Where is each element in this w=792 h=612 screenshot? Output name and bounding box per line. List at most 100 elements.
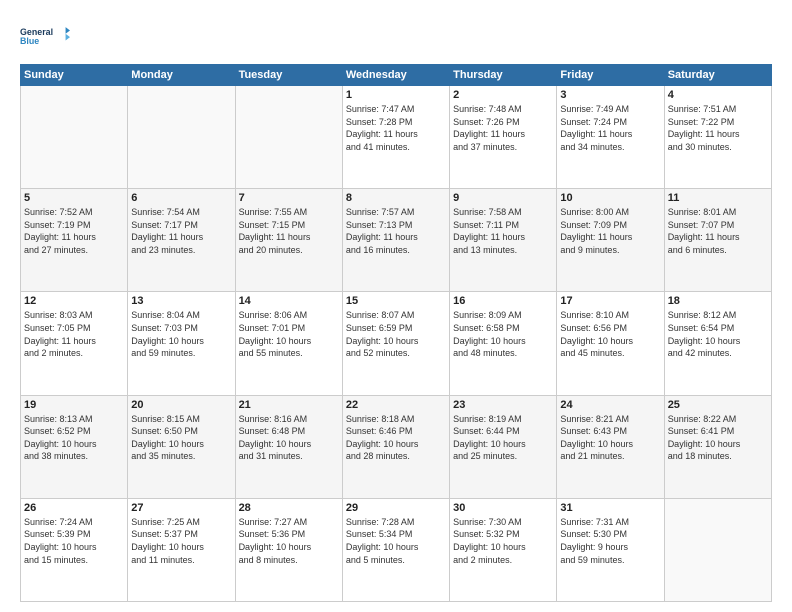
- day-info: Sunrise: 7:47 AM Sunset: 7:28 PM Dayligh…: [346, 103, 446, 153]
- page: General Blue SundayMondayTuesdayWednesda…: [0, 0, 792, 612]
- day-number: 17: [560, 295, 660, 307]
- calendar-cell: [235, 86, 342, 189]
- calendar-cell: 29 Sunrise: 7:28 AM Sunset: 5:34 PM Dayli…: [342, 498, 449, 601]
- calendar-cell: 3 Sunrise: 7:49 AM Sunset: 7:24 PM Daylig…: [557, 86, 664, 189]
- calendar-cell: [21, 86, 128, 189]
- calendar-cell: 31Sunrise: 7:31 AM Sunset: 5:30 PM Dayli…: [557, 498, 664, 601]
- calendar-cell: 1 Sunrise: 7:47 AM Sunset: 7:28 PM Daylig…: [342, 86, 449, 189]
- calendar-cell: 22Sunrise: 8:18 AM Sunset: 6:46 PM Dayli…: [342, 395, 449, 498]
- logo-svg: General Blue: [20, 18, 70, 54]
- calendar-col-wednesday: Wednesday: [342, 65, 449, 86]
- calendar-col-friday: Friday: [557, 65, 664, 86]
- calendar-week-row: 1 Sunrise: 7:47 AM Sunset: 7:28 PM Daylig…: [21, 86, 772, 189]
- day-info: Sunrise: 8:15 AM Sunset: 6:50 PM Dayligh…: [131, 413, 231, 463]
- day-info: Sunrise: 8:13 AM Sunset: 6:52 PM Dayligh…: [24, 413, 124, 463]
- day-info: Sunrise: 8:00 AM Sunset: 7:09 PM Dayligh…: [560, 206, 660, 256]
- calendar-col-monday: Monday: [128, 65, 235, 86]
- day-info: Sunrise: 8:09 AM Sunset: 6:58 PM Dayligh…: [453, 309, 553, 359]
- calendar-cell: 16 Sunrise: 8:09 AM Sunset: 6:58 PM Dayli…: [450, 292, 557, 395]
- day-info: Sunrise: 7:55 AM Sunset: 7:15 PM Dayligh…: [239, 206, 339, 256]
- day-info: Sunrise: 8:01 AM Sunset: 7:07 PM Dayligh…: [668, 206, 768, 256]
- calendar-cell: 27Sunrise: 7:25 AM Sunset: 5:37 PM Dayli…: [128, 498, 235, 601]
- day-info: Sunrise: 8:19 AM Sunset: 6:44 PM Dayligh…: [453, 413, 553, 463]
- calendar-cell: 2 Sunrise: 7:48 AM Sunset: 7:26 PM Daylig…: [450, 86, 557, 189]
- calendar-cell: 9Sunrise: 7:58 AM Sunset: 7:11 PM Daylig…: [450, 189, 557, 292]
- day-info: Sunrise: 7:30 AM Sunset: 5:32 PM Dayligh…: [453, 516, 553, 566]
- calendar-week-row: 5 Sunrise: 7:52 AM Sunset: 7:19 PM Daylig…: [21, 189, 772, 292]
- day-number: 10: [560, 192, 660, 204]
- day-number: 13: [131, 295, 231, 307]
- day-info: Sunrise: 7:52 AM Sunset: 7:19 PM Dayligh…: [24, 206, 124, 256]
- day-number: 12: [24, 295, 124, 307]
- day-info: Sunrise: 8:06 AM Sunset: 7:01 PM Dayligh…: [239, 309, 339, 359]
- calendar-cell: 12 Sunrise: 8:03 AM Sunset: 7:05 PM Dayli…: [21, 292, 128, 395]
- day-number: 18: [668, 295, 768, 307]
- day-info: Sunrise: 7:25 AM Sunset: 5:37 PM Dayligh…: [131, 516, 231, 566]
- calendar-header-row: SundayMondayTuesdayWednesdayThursdayFrid…: [21, 65, 772, 86]
- calendar-cell: 6 Sunrise: 7:54 AM Sunset: 7:17 PM Daylig…: [128, 189, 235, 292]
- day-number: 26: [24, 502, 124, 514]
- day-number: 6: [131, 192, 231, 204]
- calendar-cell: 18 Sunrise: 8:12 AM Sunset: 6:54 PM Dayli…: [664, 292, 771, 395]
- calendar-cell: [128, 86, 235, 189]
- calendar-cell: 17Sunrise: 8:10 AM Sunset: 6:56 PM Dayli…: [557, 292, 664, 395]
- calendar-cell: 10 Sunrise: 8:00 AM Sunset: 7:09 PM Dayli…: [557, 189, 664, 292]
- day-number: 1: [346, 89, 446, 101]
- day-info: Sunrise: 7:54 AM Sunset: 7:17 PM Dayligh…: [131, 206, 231, 256]
- day-info: Sunrise: 7:28 AM Sunset: 5:34 PM Dayligh…: [346, 516, 446, 566]
- day-info: Sunrise: 7:57 AM Sunset: 7:13 PM Dayligh…: [346, 206, 446, 256]
- calendar-col-sunday: Sunday: [21, 65, 128, 86]
- day-number: 21: [239, 399, 339, 411]
- header: General Blue: [20, 18, 772, 54]
- day-info: Sunrise: 7:27 AM Sunset: 5:36 PM Dayligh…: [239, 516, 339, 566]
- day-number: 16: [453, 295, 553, 307]
- day-info: Sunrise: 8:18 AM Sunset: 6:46 PM Dayligh…: [346, 413, 446, 463]
- calendar-cell: 26 Sunrise: 7:24 AM Sunset: 5:39 PM Dayli…: [21, 498, 128, 601]
- day-number: 19: [24, 399, 124, 411]
- calendar-cell: 30 Sunrise: 7:30 AM Sunset: 5:32 PM Dayli…: [450, 498, 557, 601]
- calendar-col-tuesday: Tuesday: [235, 65, 342, 86]
- calendar-cell: 13Sunrise: 8:04 AM Sunset: 7:03 PM Dayli…: [128, 292, 235, 395]
- calendar-cell: 7 Sunrise: 7:55 AM Sunset: 7:15 PM Daylig…: [235, 189, 342, 292]
- day-info: Sunrise: 7:24 AM Sunset: 5:39 PM Dayligh…: [24, 516, 124, 566]
- day-number: 3: [560, 89, 660, 101]
- day-number: 11: [668, 192, 768, 204]
- calendar-cell: 15 Sunrise: 8:07 AM Sunset: 6:59 PM Dayli…: [342, 292, 449, 395]
- logo: General Blue: [20, 18, 70, 54]
- day-number: 30: [453, 502, 553, 514]
- calendar-col-thursday: Thursday: [450, 65, 557, 86]
- day-info: Sunrise: 7:48 AM Sunset: 7:26 PM Dayligh…: [453, 103, 553, 153]
- day-info: Sunrise: 8:12 AM Sunset: 6:54 PM Dayligh…: [668, 309, 768, 359]
- day-info: Sunrise: 8:07 AM Sunset: 6:59 PM Dayligh…: [346, 309, 446, 359]
- calendar-cell: 28Sunrise: 7:27 AM Sunset: 5:36 PM Dayli…: [235, 498, 342, 601]
- calendar-table: SundayMondayTuesdayWednesdayThursdayFrid…: [20, 64, 772, 602]
- calendar-cell: 5 Sunrise: 7:52 AM Sunset: 7:19 PM Daylig…: [21, 189, 128, 292]
- calendar-cell: 8 Sunrise: 7:57 AM Sunset: 7:13 PM Daylig…: [342, 189, 449, 292]
- calendar-cell: [664, 498, 771, 601]
- calendar-cell: 21Sunrise: 8:16 AM Sunset: 6:48 PM Dayli…: [235, 395, 342, 498]
- day-number: 14: [239, 295, 339, 307]
- day-number: 23: [453, 399, 553, 411]
- calendar-cell: 24Sunrise: 8:21 AM Sunset: 6:43 PM Dayli…: [557, 395, 664, 498]
- calendar-cell: 11 Sunrise: 8:01 AM Sunset: 7:07 PM Dayli…: [664, 189, 771, 292]
- day-number: 29: [346, 502, 446, 514]
- day-info: Sunrise: 7:58 AM Sunset: 7:11 PM Dayligh…: [453, 206, 553, 256]
- day-number: 7: [239, 192, 339, 204]
- day-info: Sunrise: 8:03 AM Sunset: 7:05 PM Dayligh…: [24, 309, 124, 359]
- day-number: 20: [131, 399, 231, 411]
- day-number: 4: [668, 89, 768, 101]
- calendar-cell: 20 Sunrise: 8:15 AM Sunset: 6:50 PM Dayli…: [128, 395, 235, 498]
- day-number: 8: [346, 192, 446, 204]
- day-number: 24: [560, 399, 660, 411]
- calendar-cell: 14 Sunrise: 8:06 AM Sunset: 7:01 PM Dayli…: [235, 292, 342, 395]
- calendar-cell: 19 Sunrise: 8:13 AM Sunset: 6:52 PM Dayli…: [21, 395, 128, 498]
- day-number: 15: [346, 295, 446, 307]
- day-info: Sunrise: 8:22 AM Sunset: 6:41 PM Dayligh…: [668, 413, 768, 463]
- svg-text:Blue: Blue: [20, 36, 39, 46]
- day-number: 31: [560, 502, 660, 514]
- day-number: 5: [24, 192, 124, 204]
- calendar-cell: 23 Sunrise: 8:19 AM Sunset: 6:44 PM Dayli…: [450, 395, 557, 498]
- day-number: 2: [453, 89, 553, 101]
- day-info: Sunrise: 7:49 AM Sunset: 7:24 PM Dayligh…: [560, 103, 660, 153]
- calendar-cell: 25Sunrise: 8:22 AM Sunset: 6:41 PM Dayli…: [664, 395, 771, 498]
